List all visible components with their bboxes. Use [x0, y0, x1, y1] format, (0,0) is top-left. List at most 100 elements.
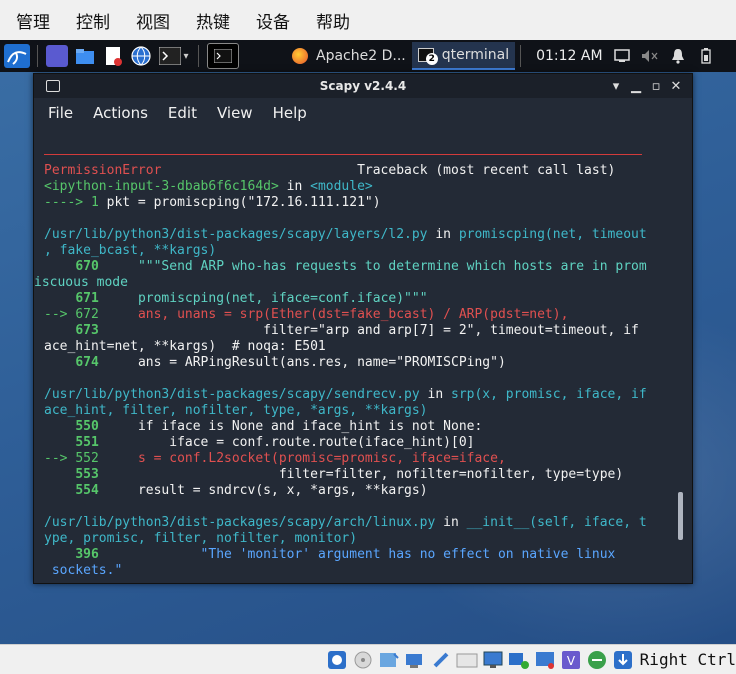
- code-line: 670 """Send ARP who-has requests to dete…: [44, 259, 670, 275]
- code-line: 550 if iface is None and iface_hint is n…: [44, 419, 670, 435]
- error-name: PermissionError: [44, 163, 162, 178]
- network-icon[interactable]: [404, 649, 426, 671]
- menu-help[interactable]: Help: [273, 104, 307, 122]
- host-menu-help[interactable]: 帮助: [316, 8, 350, 33]
- virtualization-icon[interactable]: V: [560, 649, 582, 671]
- menu-view[interactable]: View: [217, 104, 253, 122]
- code-line: 396 "The 'monitor' argument has no effec…: [44, 547, 670, 563]
- host-menu-control[interactable]: 控制: [76, 8, 110, 33]
- line-number: 671: [75, 291, 99, 306]
- hard-disk-icon[interactable]: [378, 649, 400, 671]
- frame-header: /usr/lib/python3/dist-packages/scapy/arc…: [44, 515, 647, 530]
- code-text: pkt = promiscping("172.16.111.121"): [106, 195, 381, 210]
- taskbar-item-apache[interactable]: Apache2 D...: [286, 42, 412, 70]
- window-menu-bar: File Actions Edit View Help: [34, 98, 692, 128]
- terminal-launcher-icon[interactable]: ▾: [158, 45, 190, 67]
- minimize-button[interactable]: ▾: [606, 77, 626, 95]
- maximize-button[interactable]: ▫: [646, 77, 666, 95]
- line-number: 550: [75, 419, 99, 434]
- window-count-badge: 2: [425, 53, 438, 65]
- frame-file: /usr/lib/python3/dist-packages/scapy/sen…: [44, 387, 420, 402]
- traceback-heading: PermissionError Traceback (most recent c…: [44, 163, 670, 179]
- code-line: 551 iface = conf.route.route(iface_hint)…: [44, 435, 670, 451]
- taskbar-item-label: qterminal: [441, 47, 510, 63]
- traceback-label: Traceback (most recent call last): [357, 163, 616, 178]
- host-menu-devices[interactable]: 设备: [256, 8, 290, 33]
- frame-header-cont: ace_hint, filter, nofilter, type, *args,…: [44, 403, 428, 418]
- current-line-marker: -->: [44, 307, 76, 322]
- close-button[interactable]: ✕: [666, 77, 686, 95]
- frame-file: <ipython-input-3-dbab6f6c164d>: [44, 179, 279, 194]
- line-number: 673: [75, 323, 99, 338]
- taskbar-item-qterminal[interactable]: 2 qterminal: [411, 42, 516, 70]
- frame-header: /usr/lib/python3/dist-packages/scapy/lay…: [44, 227, 647, 242]
- code-line-wrap: iscuous mode: [34, 275, 128, 290]
- menu-file[interactable]: File: [48, 104, 73, 122]
- window-icon: [46, 80, 60, 92]
- taskbar-item-label: Apache2 D...: [316, 48, 406, 64]
- line-number: 551: [75, 435, 99, 450]
- line-number: 396: [75, 547, 99, 562]
- display-icon[interactable]: [613, 47, 631, 65]
- host-menu-bar: 管理 控制 视图 热键 设备 帮助: [0, 0, 736, 40]
- audio-device-icon[interactable]: [326, 649, 348, 671]
- code-text: "The 'monitor' argument has no effect on…: [137, 547, 616, 562]
- download-arrow-icon[interactable]: [612, 649, 634, 671]
- menu-actions[interactable]: Actions: [93, 104, 148, 122]
- frame-header-cont: ype, promisc, filter, nofilter, monitor): [44, 531, 358, 546]
- line-number: 674: [75, 355, 99, 370]
- frame-file: /usr/lib/python3/dist-packages/scapy/arc…: [44, 515, 436, 530]
- panel-separator: [520, 45, 522, 67]
- line-marker: [44, 291, 75, 306]
- code-text: result = sndrcv(s, x, *args, **kargs): [137, 483, 428, 498]
- shared-folders-icon[interactable]: [456, 649, 478, 671]
- code-text: promiscping(net, iface=conf.iface)""": [137, 291, 428, 306]
- workspace-icon[interactable]: [207, 43, 239, 69]
- frame-in: in: [278, 179, 311, 194]
- line-marker: [44, 355, 75, 370]
- code-line-current: --> 552 s = conf.L2socket(promisc=promis…: [44, 451, 670, 467]
- frame-func: <module>: [310, 179, 373, 194]
- code-line: 673 filter="arp and arp[7] = 2", timeout…: [44, 323, 670, 339]
- video-capture-icon[interactable]: [508, 649, 530, 671]
- terminal-output[interactable]: PermissionError Traceback (most recent c…: [34, 128, 670, 584]
- recording-icon[interactable]: [534, 649, 556, 671]
- line-marker: [44, 547, 75, 562]
- minimize-to-bar-button[interactable]: ▁: [626, 77, 646, 95]
- window-titlebar[interactable]: Scapy v2.4.4 ▾ ▁ ▫ ✕: [34, 74, 692, 98]
- guest-desktop: ▾ Apache2 D... 2 qterminal 01:12 AM Scap…: [0, 40, 736, 644]
- kali-menu-icon[interactable]: [2, 42, 32, 70]
- terminal-scrollbar[interactable]: [670, 134, 690, 578]
- host-menu-manage[interactable]: 管理: [16, 8, 50, 33]
- host-menu-hotkeys[interactable]: 热键: [196, 8, 230, 33]
- usb-icon[interactable]: [430, 649, 452, 671]
- clock[interactable]: 01:12 AM: [536, 48, 602, 64]
- menu-edit[interactable]: Edit: [168, 104, 197, 122]
- guest-additions-icon[interactable]: [586, 649, 608, 671]
- current-line-marker: ---->: [44, 195, 91, 210]
- line-marker: [44, 483, 75, 498]
- panel-separator: [37, 45, 38, 67]
- browser-icon[interactable]: [130, 45, 152, 67]
- optical-drive-icon[interactable]: [352, 649, 374, 671]
- display-settings-icon[interactable]: [482, 649, 504, 671]
- file-manager-icon[interactable]: [74, 45, 96, 67]
- chevron-down-icon[interactable]: ▾: [183, 51, 188, 62]
- window-title: Scapy v2.4.4: [319, 79, 407, 93]
- text-editor-icon[interactable]: [102, 45, 124, 67]
- show-desktop-icon[interactable]: [46, 45, 68, 67]
- host-menu-view[interactable]: 视图: [136, 8, 170, 33]
- scrollbar-thumb[interactable]: [678, 492, 683, 540]
- battery-icon[interactable]: [697, 47, 715, 65]
- traceback-separator: [44, 154, 642, 155]
- terminal-window: Scapy v2.4.4 ▾ ▁ ▫ ✕ File Actions Edit V…: [33, 73, 693, 584]
- line-number: 553: [75, 467, 99, 482]
- heading-padding: [161, 163, 357, 178]
- notification-bell-icon[interactable]: [669, 47, 687, 65]
- frame-file: /usr/lib/python3/dist-packages/scapy/lay…: [44, 227, 428, 242]
- code-text: """Send ARP who-has requests to determin…: [137, 259, 647, 274]
- code-line: 554 result = sndrcv(s, x, *args, **kargs…: [44, 483, 670, 499]
- volume-muted-icon[interactable]: [641, 47, 659, 65]
